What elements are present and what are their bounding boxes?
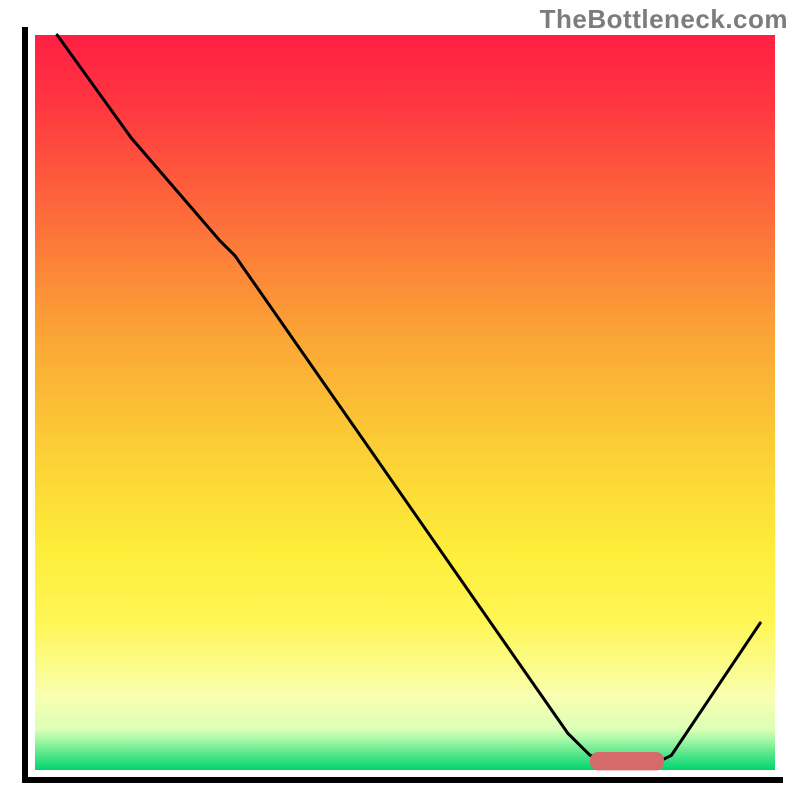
- optimal-range-marker: [590, 752, 664, 770]
- chart-stage: TheBottleneck.com: [0, 0, 800, 800]
- bottleneck-chart: [0, 0, 800, 800]
- plot-background: [35, 35, 775, 770]
